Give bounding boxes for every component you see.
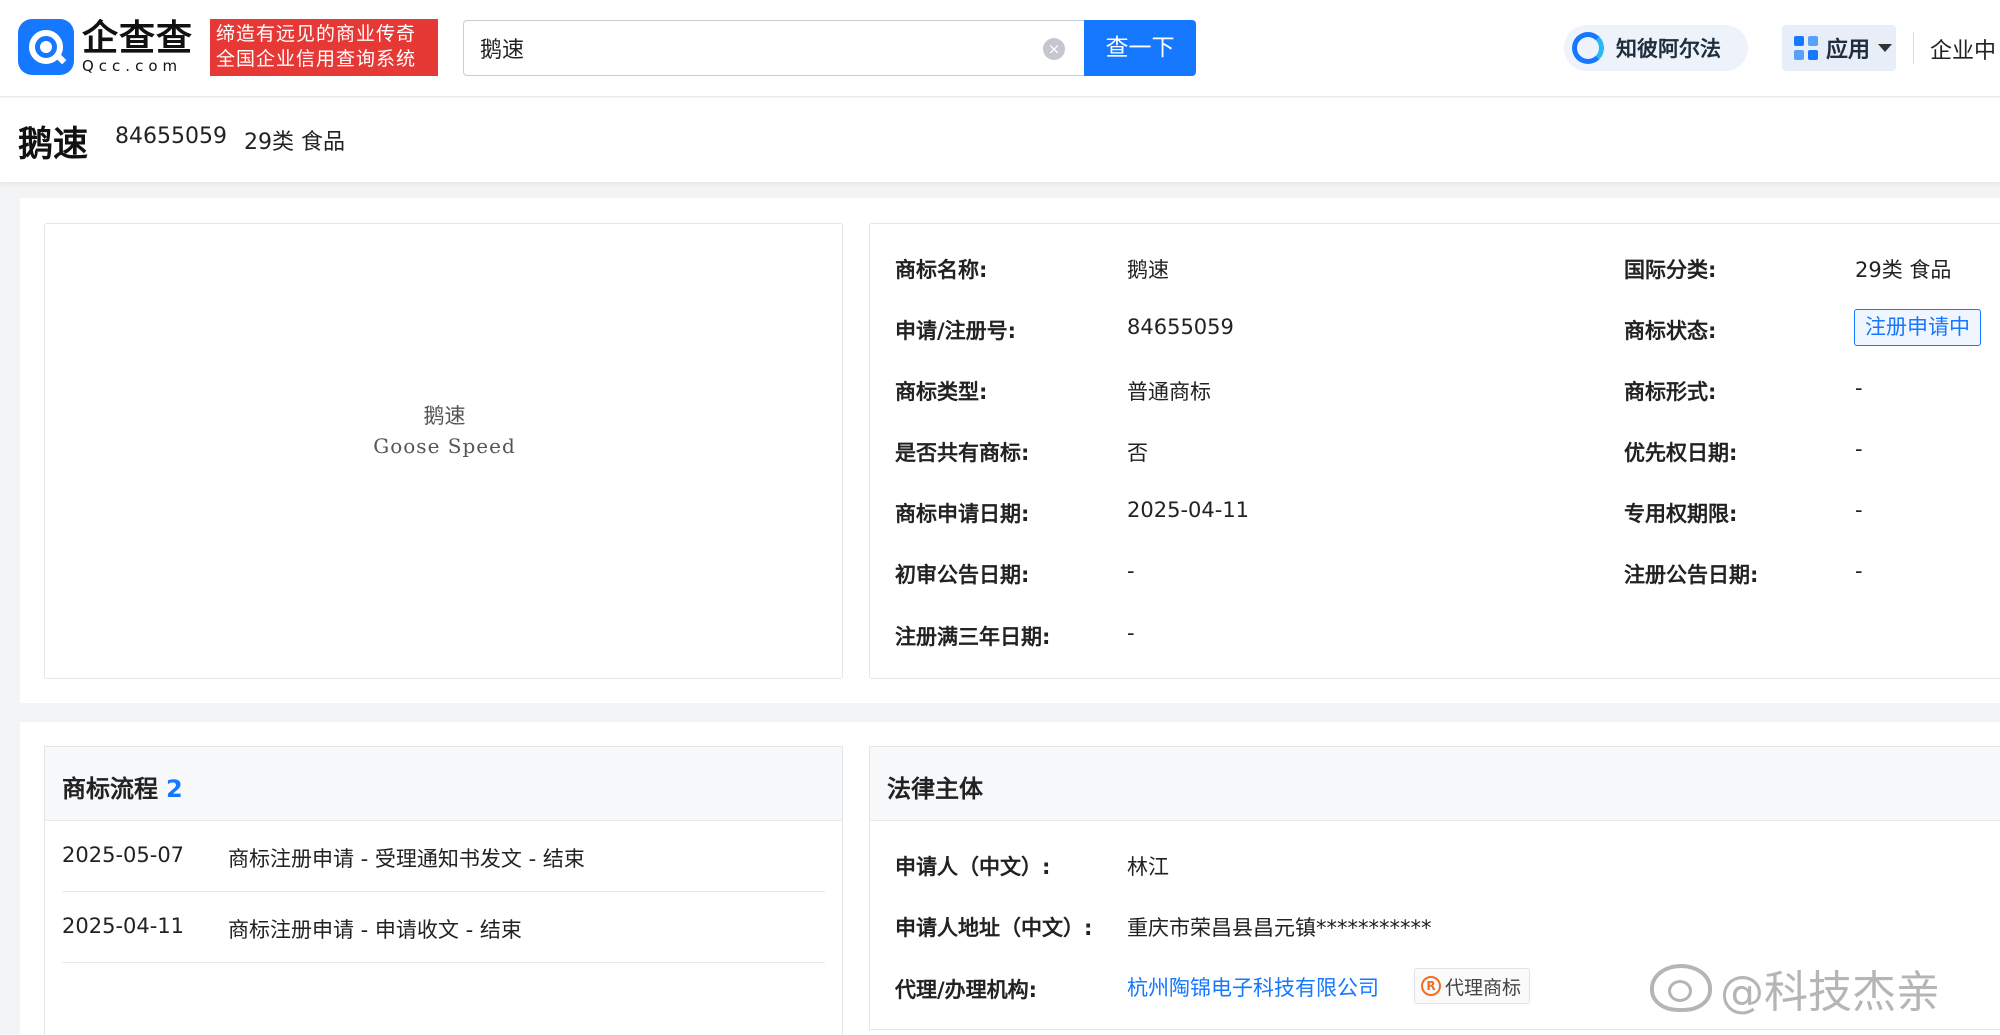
prelim-date-value: - <box>1127 559 1135 583</box>
flow-date: 2025-04-11 <box>62 914 185 938</box>
intl-class-value: 29类 食品 <box>1855 258 1952 282</box>
zhibi-alpha-button[interactable]: 知彼阿尔法 <box>1564 25 1748 71</box>
search-input[interactable] <box>480 21 1040 75</box>
exclusive-value: - <box>1855 498 1863 522</box>
flow-title-text: 商标流程 <box>62 775 158 803</box>
status-label: 商标状态: <box>1624 319 1717 343</box>
title-class: 29类 食品 <box>244 130 345 155</box>
registered-icon: R <box>1421 976 1441 996</box>
flow-title: 商标流程 2 <box>62 769 183 804</box>
type-label: 商标类型: <box>895 380 988 404</box>
weibo-icon <box>1650 964 1712 1012</box>
trademark-flow-panel: 商标流程 2 2025-05-07 商标注册申请 - 受理通知书发文 - 结束 2… <box>44 746 843 1035</box>
shared-label: 是否共有商标: <box>895 441 1030 465</box>
exclusive-label: 专用权期限: <box>1624 502 1738 526</box>
legal-panel-header: 法律主体 <box>870 747 2000 821</box>
title-reg-number: 84655059 <box>115 124 227 149</box>
watermark-text: @科技杰亲 <box>1720 967 1940 1018</box>
agent-tag-label: 代理商标 <box>1445 976 1522 999</box>
apply-date-value: 2025-04-11 <box>1127 498 1250 522</box>
regno-label: 申请/注册号: <box>895 319 1017 343</box>
intl-class-label: 国际分类: <box>1624 258 1717 282</box>
reg-notice-label: 注册公告日期: <box>1624 563 1759 587</box>
regno-value: 84655059 <box>1127 315 1234 339</box>
applicant-label: 申请人（中文）: <box>895 855 1051 879</box>
flow-count: 2 <box>166 775 183 803</box>
enterprise-center-link[interactable]: 企业中 <box>1930 33 1996 65</box>
slogan-banner: 缔造有远见的商业传奇 全国企业信用查询系统 <box>210 19 438 76</box>
trademark-image-cn: 鹅速 <box>423 404 466 428</box>
zhibi-alpha-label: 知彼阿尔法 <box>1616 37 1721 61</box>
agent-label: 代理/办理机构: <box>895 978 1038 1002</box>
applicant-value: 林江 <box>1127 855 1169 879</box>
clear-icon[interactable]: × <box>1043 38 1065 60</box>
search-box: × <box>463 20 1085 76</box>
legal-title: 法律主体 <box>887 775 983 803</box>
shared-value: 否 <box>1127 441 1148 465</box>
flow-panel-header: 商标流程 2 <box>45 747 842 821</box>
prelim-date-label: 初审公告日期: <box>895 563 1030 587</box>
address-value: 重庆市荣昌县昌元镇*********** <box>1127 916 1432 940</box>
three-year-value: - <box>1127 621 1135 645</box>
trademark-image-panel: 鹅速 Goose Speed <box>44 223 843 679</box>
qcc-logo[interactable]: 企查查 Qcc.com <box>18 18 193 76</box>
logo-cn-text: 企查查 <box>82 18 194 59</box>
apply-date-label: 商标申请日期: <box>895 502 1030 526</box>
header-divider <box>1913 32 1914 64</box>
status-badge: 注册申请中 <box>1854 309 1981 346</box>
flow-row: 2025-04-11 商标注册申请 - 申请收文 - 结束 <box>62 892 825 963</box>
flow-desc: 商标注册申请 - 受理通知书发文 - 结束 <box>228 847 585 871</box>
type-value: 普通商标 <box>1127 380 1211 404</box>
agent-link[interactable]: 杭州陶锦电子科技有限公司 <box>1127 972 1379 1002</box>
name-value: 鹅速 <box>1127 258 1169 282</box>
slogan-line-1: 缔造有远见的商业传奇 <box>216 23 417 45</box>
page-title: 鹅速 <box>18 125 89 165</box>
chevron-down-icon <box>1878 44 1893 52</box>
apps-label: 应用 <box>1826 38 1871 63</box>
flow-desc: 商标注册申请 - 申请收文 - 结束 <box>228 918 522 942</box>
search-button[interactable]: 查一下 <box>1084 20 1196 76</box>
qcc-logo-icon <box>18 19 74 75</box>
address-label: 申请人地址（中文）: <box>895 916 1093 940</box>
name-label: 商标名称: <box>895 258 988 282</box>
priority-value: - <box>1855 437 1863 461</box>
trademark-image-en: Goose Speed <box>373 434 516 458</box>
priority-label: 优先权日期: <box>1624 441 1738 465</box>
flow-date: 2025-05-07 <box>62 843 185 867</box>
flow-row: 2025-05-07 商标注册申请 - 受理通知书发文 - 结束 <box>62 821 825 892</box>
weibo-watermark: @科技杰亲 <box>1650 956 1940 1020</box>
logo-en-text: Qcc.com <box>82 57 183 75</box>
agent-trademark-tag[interactable]: R 代理商标 <box>1414 968 1531 1004</box>
slogan-line-2: 全国企业信用查询系统 <box>216 48 417 70</box>
trademark-info-panel <box>869 223 2000 679</box>
grid-icon <box>1794 36 1818 60</box>
reg-notice-value: - <box>1855 559 1863 583</box>
apps-menu-button[interactable]: 应用 <box>1782 25 1896 71</box>
trademark-image[interactable]: 鹅速 Goose Speed <box>45 400 844 460</box>
form-label: 商标形式: <box>1624 380 1717 404</box>
three-year-label: 注册满三年日期: <box>895 625 1051 649</box>
zhibi-alpha-icon <box>1572 32 1604 64</box>
form-value: - <box>1855 376 1863 400</box>
